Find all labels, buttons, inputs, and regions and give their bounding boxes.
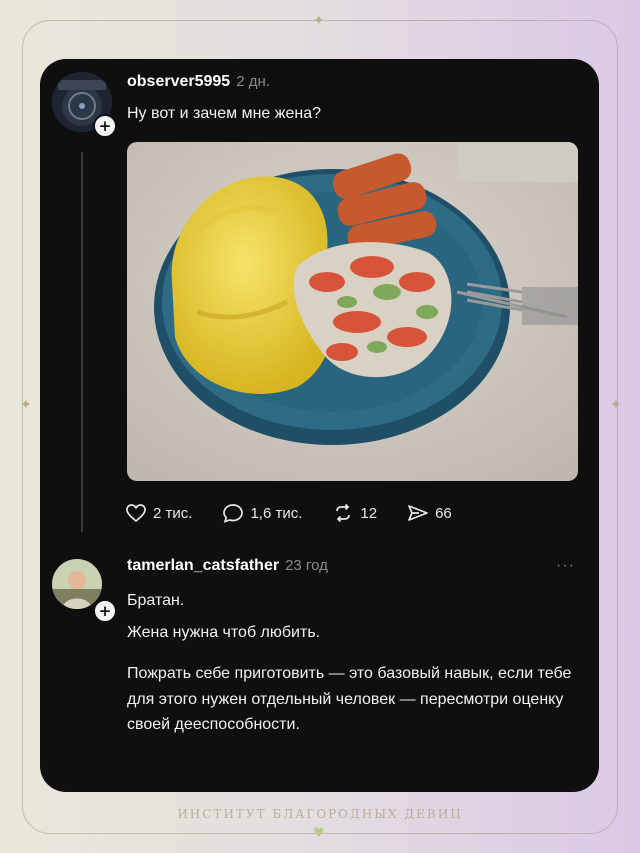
- post-actions: 2 тис. 1,6 тис. 12 66: [125, 503, 482, 523]
- comment-button[interactable]: 1,6 тис.: [222, 503, 302, 523]
- footer-heart-icon: ♥: [313, 826, 325, 841]
- share-button[interactable]: 66: [407, 503, 452, 523]
- post-time: 2 дн.: [236, 73, 270, 90]
- post-photo[interactable]: [127, 142, 578, 481]
- heart-outline-icon: [126, 504, 146, 523]
- repost-arrows-icon: [336, 503, 351, 523]
- repost-count: 12: [360, 504, 378, 522]
- comment-bubble-icon: [223, 504, 244, 523]
- reply-time: 23 год: [285, 557, 328, 574]
- like-count: 2 тис.: [153, 504, 193, 522]
- post-text: Ну вот и зачем мне жена?: [127, 105, 321, 122]
- reply-line-2: Жена нужна чтоб любить.: [127, 624, 321, 641]
- footer-brand: ИНСТИТУТ БЛАГОРОДНЫХ ДЕВИЦ: [177, 807, 463, 821]
- share-count: 66: [435, 504, 452, 522]
- reply-username[interactable]: tamerlan_catsfather: [127, 557, 279, 574]
- post-username[interactable]: observer5995: [127, 73, 230, 90]
- comment-count: 1,6 тис.: [250, 504, 303, 522]
- sparkle-left-icon: ✦: [20, 397, 32, 413]
- follow-plus-icon[interactable]: +: [93, 114, 117, 138]
- reply-header: tamerlan_catsfather 23 год: [127, 557, 328, 575]
- sparkle-top-icon: ✦: [313, 13, 325, 29]
- more-options-button[interactable]: ···: [556, 557, 575, 575]
- repost-button[interactable]: 12: [332, 503, 377, 523]
- thread-card: + observer5995 2 дн. Ну вот и зачем мне ж…: [40, 59, 599, 792]
- reply-paragraph: Пожрать себе приготовить — это базовый н…: [127, 665, 572, 734]
- sparkle-right-icon: ✦: [610, 397, 622, 413]
- like-button[interactable]: 2 тис.: [125, 503, 192, 523]
- post-header: observer5995 2 дн.: [127, 73, 270, 91]
- thread-connector-line: [81, 152, 83, 532]
- reply-follow-plus-icon[interactable]: +: [93, 599, 117, 623]
- send-arrow-icon: [408, 505, 428, 521]
- reply-avatar[interactable]: [52, 559, 102, 609]
- reply-line-1: Братан.: [127, 592, 185, 609]
